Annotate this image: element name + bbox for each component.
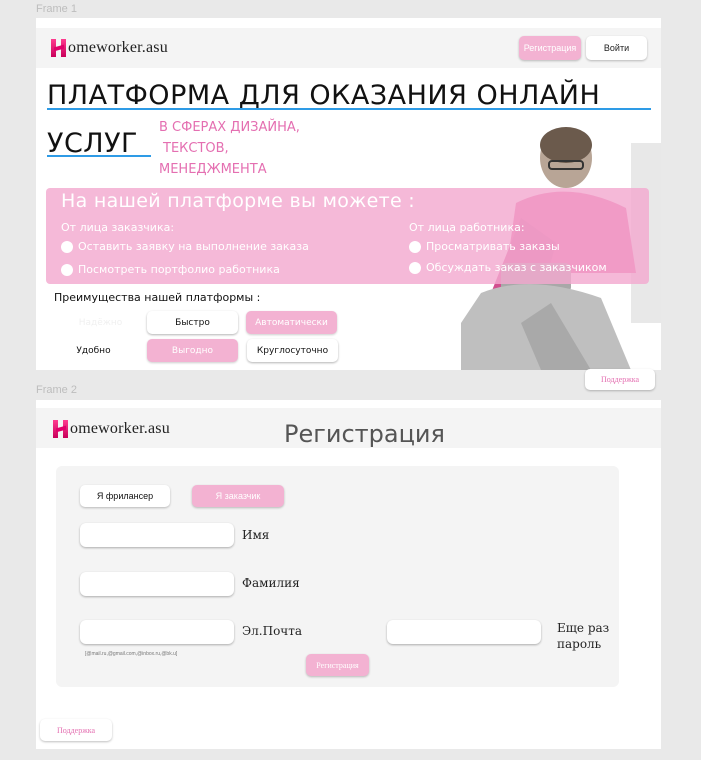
logo-text: omeworker.asu xyxy=(70,420,170,437)
worker-option-1[interactable]: Просматривать заказы xyxy=(409,240,560,253)
first-name-label: Имя xyxy=(242,528,270,542)
submit-register-button[interactable]: Регистрация xyxy=(306,654,369,676)
page-title: Регистрация xyxy=(284,420,445,448)
advantage-chip-convenient: Удобно xyxy=(76,345,111,356)
frame1-label: Frame 1 xyxy=(36,3,77,15)
hero-title-underline-2 xyxy=(47,155,151,157)
advantage-chip-profitable: Выгодно xyxy=(147,339,238,362)
hero-subtitle-1: В СФЕРАХ ДИЗАЙНА, xyxy=(159,120,300,135)
features-panel: На нашей платформе вы можете : От лица з… xyxy=(46,188,649,284)
advantage-chip-fast: Быстро xyxy=(147,311,238,334)
frame2-label: Frame 2 xyxy=(36,384,77,396)
customer-option-2[interactable]: Посмотреть портфолио работника xyxy=(61,263,280,276)
role-freelancer-button[interactable]: Я фрилансер xyxy=(80,485,170,507)
password-repeat-label-1: Еще раз xyxy=(557,621,610,635)
role-customer-button[interactable]: Я заказчик xyxy=(192,485,284,507)
advantage-chip-reliable: Надёжно xyxy=(78,317,123,328)
hero-title-underline-1 xyxy=(47,108,651,110)
registration-frame: omeworker.asu Регистрация Я фрилансер Я … xyxy=(36,400,661,749)
registration-form: Я фрилансер Я заказчик Имя Фамилия Эл.По… xyxy=(56,466,619,687)
logo-h-icon xyxy=(51,39,67,57)
logo-text: omeworker.asu xyxy=(68,39,168,56)
worker-option-2-label: Обсуждать заказ с заказчиком xyxy=(426,261,607,274)
password-repeat-field[interactable] xyxy=(387,620,541,644)
advantages-title: Преимущества нашей платформы : xyxy=(54,291,261,304)
customer-option-1-label: Оставить заявку на выполнение заказа xyxy=(78,240,309,253)
last-name-label: Фамилия xyxy=(242,576,300,590)
first-name-field[interactable] xyxy=(80,523,234,547)
worker-heading: От лица работника: xyxy=(409,221,525,234)
logo[interactable]: omeworker.asu xyxy=(53,420,170,438)
radio-icon[interactable] xyxy=(409,240,421,253)
email-domain-hint: [@mail.ru,@gmail.com,@inbox.ru,@bk.u] xyxy=(85,651,178,657)
customer-option-1[interactable]: Оставить заявку на выполнение заказа xyxy=(61,240,309,253)
email-label: Эл.Почта xyxy=(242,624,303,638)
radio-icon[interactable] xyxy=(409,261,421,274)
registration-header: omeworker.asu Регистрация xyxy=(36,408,661,448)
login-button[interactable]: Войти xyxy=(586,36,647,60)
last-name-field[interactable] xyxy=(80,572,234,596)
register-button[interactable]: Регистрация xyxy=(519,36,581,60)
logo-h-icon xyxy=(53,420,69,438)
logo[interactable]: omeworker.asu xyxy=(51,39,168,57)
hero-title-line1: ПЛАТФОРМА ДЛЯ ОКАЗАНИЯ ОНЛАЙН xyxy=(47,80,601,111)
landing-header: omeworker.asu Регистрация Войти xyxy=(36,28,661,68)
password-repeat-label-2: пароль xyxy=(557,637,602,651)
advantage-chip-automatic: Автоматически xyxy=(246,311,337,334)
advantage-chip-allday: Круглосуточно xyxy=(247,339,338,362)
radio-icon[interactable] xyxy=(61,240,73,253)
email-field[interactable] xyxy=(80,620,234,644)
worker-option-2[interactable]: Обсуждать заказ с заказчиком xyxy=(409,261,607,274)
customer-heading: От лица заказчика: xyxy=(61,221,175,234)
features-panel-title: На нашей платформе вы можете : xyxy=(61,190,415,212)
customer-option-2-label: Посмотреть портфолио работника xyxy=(78,263,280,276)
hero-subtitle-2: ТЕКСТОВ, xyxy=(163,141,229,156)
hero-subtitle-3: МЕНЕДЖМЕНТА xyxy=(159,162,267,177)
support-button-2[interactable]: Поддержка xyxy=(40,719,112,741)
landing-frame: omeworker.asu Регистрация Войти ПЛАТФОРМ… xyxy=(36,18,661,370)
radio-icon[interactable] xyxy=(61,263,73,276)
support-button-1[interactable]: Поддержка xyxy=(585,369,655,390)
worker-option-1-label: Просматривать заказы xyxy=(426,240,560,253)
